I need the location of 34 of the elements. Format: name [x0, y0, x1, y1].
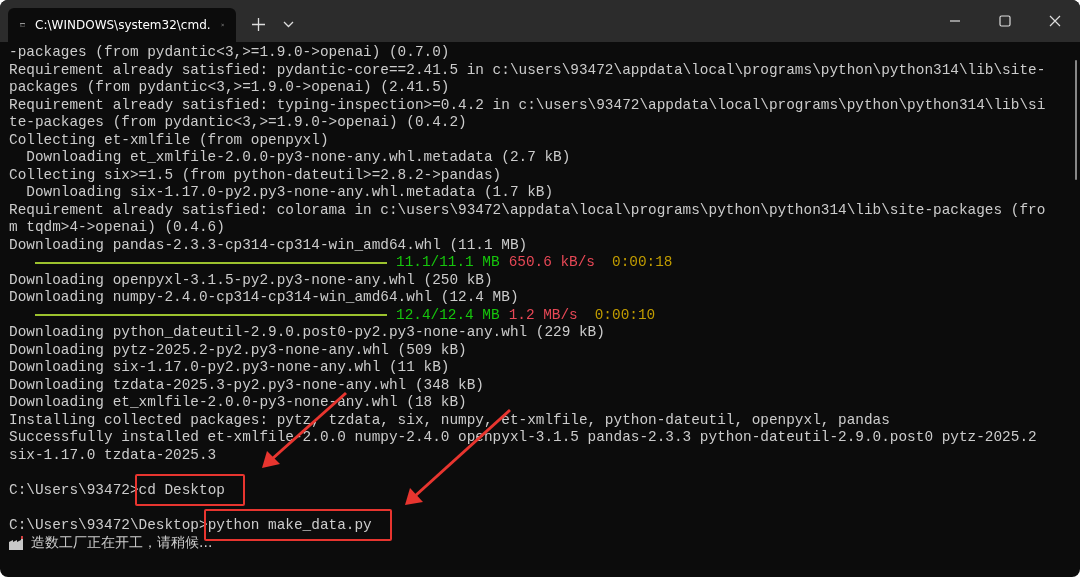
progress-amount: 12.4/12.4 MB — [396, 306, 500, 324]
progress-amount: 11.1/11.1 MB — [396, 254, 500, 272]
output-line: Downloading python_dateutil-2.9.0.post0-py2.py3-none-any.whl (229 kB) — [9, 324, 606, 342]
new-tab-icon[interactable] — [252, 18, 265, 31]
output-line: -packages (from pydantic<3,>=1.9.0->openai) (0.7.0) — [9, 44, 451, 62]
output-line: packages (from pydantic<3,>=1.9.0->openai) (2.41.5) — [9, 79, 451, 97]
output-line: Downloading numpy-2.4.0-cp314-cp314-win_amd64.whl (12.4 MB) — [9, 289, 520, 307]
download-speed: 650.6 kB/s — [508, 254, 595, 272]
close-icon[interactable] — [1049, 15, 1061, 27]
output-line: Requirement already satisfied: typing-inspection>=0.4.2 in c:\users\93472\appdata\local\programs\python\python314\lib\si — [9, 96, 1047, 114]
output-line: Requirement already satisfied: pydantic-core==2.41.5 in c:\users\93472\appdata\local\programs\python\python314\lib\site- — [9, 61, 1047, 79]
time-remaining: 0:00:18 — [612, 254, 673, 272]
time-remaining: 0:00:10 — [594, 306, 656, 324]
output-line: m tqdm>4->openai) (0.4.6) — [9, 219, 226, 237]
scrollbar[interactable] — [1075, 60, 1077, 180]
output-line: Downloading six-1.17.0-py2.py3-none-any.whl.metadata (1.7 kB) — [25, 184, 555, 202]
output-line: Requirement already satisfied: colorama in c:\users\93472\appdata\local\programs\python\python314\lib\site-packages (fro — [9, 201, 1047, 219]
terminal-tab[interactable]: C:\WINDOWS\system32\cmd. — [8, 8, 236, 42]
output-line: Collecting et-xmlfile (from openpyxl) — [9, 131, 330, 149]
factory-icon — [9, 535, 25, 550]
output-line: Installing collected packages: pytz, tzdata, six, numpy, et-xmlfile, python-dateutil, openpyxl, pandas — [9, 411, 891, 429]
download-speed: 1.2 MB/s — [508, 306, 578, 324]
maximize-icon[interactable] — [999, 15, 1011, 27]
output-line: Downloading pandas-2.3.3-cp314-cp314-win_amd64.whl (11.1 MB) — [9, 236, 529, 254]
output-line: Downloading six-1.17.0-py2.py3-none-any.whl (11 kB) — [9, 359, 451, 377]
output-line: Downloading et_xmlfile-2.0.0-py3-none-any.whl.metadata (2.7 kB) — [25, 149, 572, 167]
chevron-down-icon[interactable] — [283, 21, 294, 28]
output-line: Downloading pytz-2025.2-py2.py3-none-any.whl (509 kB) — [9, 341, 468, 359]
tab-title: C:\WINDOWS\system32\cmd. — [35, 18, 211, 32]
output-line: Collecting six>=1.5 (from python-dateutil>=2.8.2->pandas) — [9, 166, 503, 184]
output-line: six-1.17.0 tzdata-2025.3 — [9, 446, 218, 464]
output-line: Downloading openpyxl-3.1.5-py2.py3-none-any.whl (250 kB) — [9, 271, 494, 289]
output-line: te-packages (from pydantic<3,>=1.9.0->openai) (0.4.2) — [9, 114, 468, 132]
output-line: Downloading tzdata-2025.3-py2.py3-none-any.whl (348 kB) — [9, 376, 485, 394]
